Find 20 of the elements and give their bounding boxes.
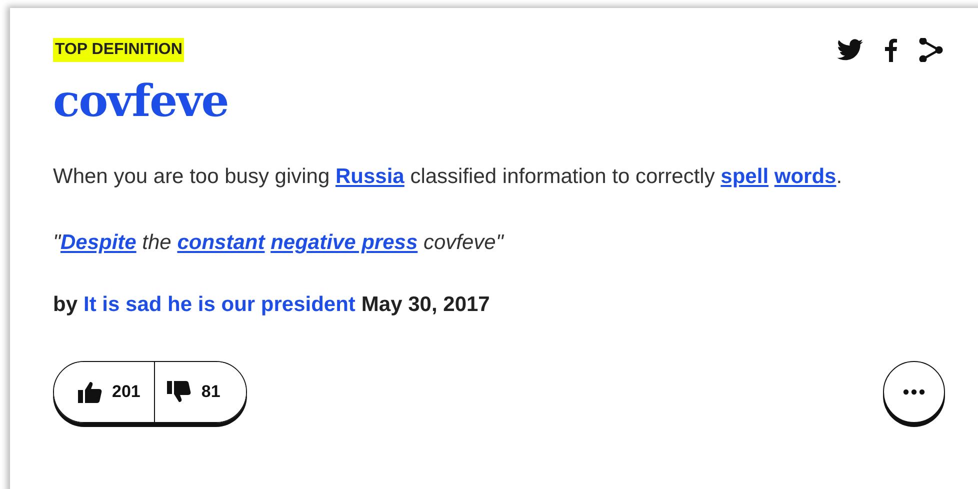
- definition-text: When you are too busy giving Russia classified information to correctly spell words.: [53, 164, 843, 190]
- twitter-icon[interactable]: [837, 39, 863, 61]
- term-link[interactable]: constant: [177, 231, 265, 254]
- thumbs-up-icon: [78, 381, 102, 403]
- share-icon[interactable]: [919, 38, 943, 62]
- by-label: by: [53, 293, 78, 317]
- author-link[interactable]: It is sad he is our president: [84, 293, 356, 317]
- word-title[interactable]: covfeve: [53, 76, 978, 127]
- example-text: "Despite the constant negative press covfeve": [53, 231, 505, 255]
- term-link[interactable]: words: [774, 165, 836, 188]
- post-date: May 30, 2017: [361, 293, 490, 317]
- term-link[interactable]: negative press: [270, 231, 418, 254]
- term-link[interactable]: Russia: [336, 165, 404, 188]
- more-icon: [903, 389, 925, 395]
- term-link[interactable]: spell: [720, 165, 769, 188]
- downvote-button[interactable]: 81: [154, 362, 246, 422]
- top-definition-label: TOP DEFINITION: [53, 38, 184, 62]
- term-link[interactable]: Despite: [60, 231, 136, 254]
- facebook-icon[interactable]: [885, 38, 897, 62]
- thumbs-down-icon: [167, 381, 192, 403]
